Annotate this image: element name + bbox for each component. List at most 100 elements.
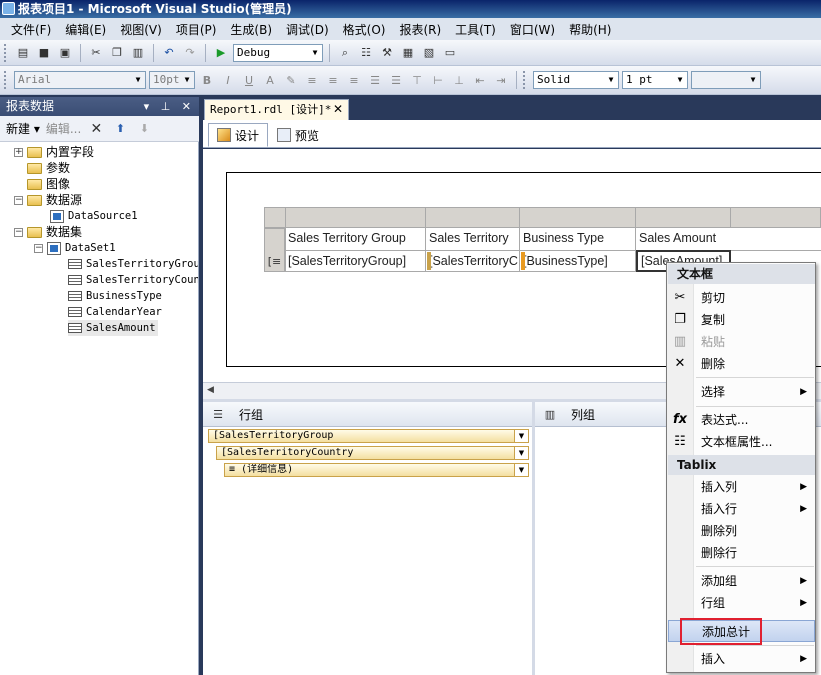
menu-report[interactable]: 报表(R)	[392, 21, 448, 38]
collapse-icon[interactable]: −	[34, 243, 43, 253]
edit-button[interactable]: 编辑...	[46, 120, 81, 137]
details-group-handle-icon[interactable]: [≡	[265, 252, 284, 271]
undo-icon[interactable]: ↶	[160, 44, 178, 62]
row-group-item[interactable]: [SalesTerritoryCountry ▼	[216, 446, 529, 460]
paste-icon[interactable]: ▥	[129, 44, 147, 62]
tree-node-dataset1[interactable]: − DataSet1	[34, 240, 116, 256]
background-color-icon[interactable]: ✎	[282, 71, 300, 89]
solution-config-select[interactable]: Debug ▼	[233, 43, 323, 62]
menu-item-select[interactable]: 选择 ▶	[668, 381, 815, 403]
tree-node-builtin-fields[interactable]: + 内置字段	[14, 144, 94, 160]
border-width-select[interactable]: 1 pt ▼	[622, 71, 688, 89]
tree-node-parameters[interactable]: 参数	[27, 160, 70, 176]
move-up-icon[interactable]: ⬆	[111, 120, 129, 138]
menu-item-delete-column[interactable]: 删除列	[668, 520, 815, 542]
tablix-detail-cell[interactable]: [SalesTerritoryC	[426, 251, 519, 271]
tablix-column-handles[interactable]	[264, 207, 821, 228]
class-view-icon[interactable]: ▧	[420, 44, 438, 62]
tab-preview[interactable]: 预览	[268, 123, 328, 147]
save-icon[interactable]: ■	[35, 44, 53, 62]
menu-format[interactable]: 格式(O)	[336, 21, 393, 38]
align-bottom-icon[interactable]: ⊥	[450, 71, 468, 89]
bullet-list-icon[interactable]: ☰	[387, 71, 405, 89]
command-window-icon[interactable]: ▭	[441, 44, 459, 62]
tree-node-datasources[interactable]: − 数据源	[14, 192, 82, 208]
menu-item-cut[interactable]: ✂ 剪切	[668, 287, 815, 309]
cut-icon[interactable]: ✂	[87, 44, 105, 62]
delete-icon[interactable]: ✕	[87, 120, 105, 138]
properties-icon[interactable]: ☷	[357, 44, 375, 62]
font-family-select[interactable]: Arial ▼	[14, 71, 146, 89]
toolbox-icon[interactable]: ⚒	[378, 44, 396, 62]
row-group-item-details[interactable]: ≡ (详细信息) ▼	[224, 463, 529, 477]
tablix-header-cell[interactable]: Sales Territory Group	[285, 228, 425, 248]
row-group-item[interactable]: [SalesTerritoryGroup ▼	[208, 429, 529, 443]
menu-item-expression[interactable]: fx 表达式...	[668, 409, 815, 431]
collapse-icon[interactable]: −	[14, 195, 23, 205]
align-left-icon[interactable]: ≡	[303, 71, 321, 89]
increase-indent-icon[interactable]: ⇥	[492, 71, 510, 89]
collapse-icon[interactable]: −	[14, 227, 23, 237]
copy-icon[interactable]: ❐	[108, 44, 126, 62]
start-debug-icon[interactable]: ▶	[212, 44, 230, 62]
menu-project[interactable]: 项目(P)	[169, 21, 224, 38]
menu-item-textbox-properties[interactable]: ☷ 文本框属性...	[668, 431, 815, 453]
border-color-select[interactable]: ▼	[691, 71, 761, 89]
toolbar-grip[interactable]	[4, 43, 7, 62]
menu-item-row-group[interactable]: 行组 ▶	[668, 592, 815, 614]
bold-icon[interactable]: B	[198, 71, 216, 89]
menu-item-insert-column[interactable]: 插入列 ▶	[668, 476, 815, 498]
chevron-down-icon[interactable]: ▼	[514, 447, 528, 459]
menu-item-insert-row[interactable]: 插入行 ▶	[668, 498, 815, 520]
tree-node-field[interactable]: BusinessType	[68, 288, 162, 304]
new-button[interactable]: 新建 ▾	[6, 120, 40, 137]
toolbar-grip[interactable]	[523, 71, 526, 89]
tablix-detail-cell[interactable]: [SalesTerritoryGroup]	[285, 251, 425, 271]
move-down-icon[interactable]: ⬇	[135, 120, 153, 138]
align-top-icon[interactable]: ⊤	[408, 71, 426, 89]
decrease-indent-icon[interactable]: ⇤	[471, 71, 489, 89]
font-color-icon[interactable]: A	[261, 71, 279, 89]
italic-icon[interactable]: I	[219, 71, 237, 89]
new-project-icon[interactable]: ▤	[14, 44, 32, 62]
tablix-header-cell[interactable]: Business Type	[520, 228, 635, 248]
menu-item-delete-row[interactable]: 删除行	[668, 542, 815, 564]
tree-node-datasource1[interactable]: DataSource1	[50, 208, 138, 224]
expand-icon[interactable]: +	[14, 147, 23, 157]
tab-design[interactable]: 设计	[208, 123, 269, 147]
font-size-select[interactable]: 10pt ▼	[149, 71, 195, 89]
menu-tools[interactable]: 工具(T)	[448, 21, 503, 38]
menu-window[interactable]: 窗口(W)	[503, 21, 562, 38]
tree-node-field[interactable]: SalesTerritoryCountry	[68, 272, 198, 288]
menu-item-delete[interactable]: ✕ 删除	[668, 353, 815, 375]
tablix-detail-cell[interactable]: [BusinessType]	[520, 251, 635, 271]
menu-file[interactable]: 文件(F)	[4, 21, 58, 38]
close-tab-icon[interactable]: ✕	[333, 100, 343, 119]
tree-node-field-selected[interactable]: SalesAmount	[68, 320, 158, 336]
menu-help[interactable]: 帮助(H)	[562, 21, 618, 38]
align-right-icon[interactable]: ≡	[345, 71, 363, 89]
save-all-icon[interactable]: ▣	[56, 44, 74, 62]
border-style-select[interactable]: Solid ▼	[533, 71, 619, 89]
document-tab-report1[interactable]: Report1.rdl [设计]* ✕	[204, 99, 349, 120]
tree-node-field[interactable]: CalendarYear	[68, 304, 162, 320]
chevron-down-icon[interactable]: ▼	[514, 464, 528, 476]
menu-edit[interactable]: 编辑(E)	[58, 21, 113, 38]
tablix-header-cell[interactable]: Sales Territory	[426, 228, 519, 248]
menu-item-copy[interactable]: ❐ 复制	[668, 309, 815, 331]
align-center-icon[interactable]: ≡	[324, 71, 342, 89]
redo-icon[interactable]: ↷	[181, 44, 199, 62]
menu-item-paste[interactable]: ▥ 粘贴	[668, 331, 815, 353]
tree-node-field[interactable]: SalesTerritoryGroup	[68, 256, 198, 272]
server-explorer-icon[interactable]: ▦	[399, 44, 417, 62]
menu-debug[interactable]: 调试(D)	[279, 21, 336, 38]
panel-window-controls[interactable]: ▾ ⊥ ✕	[144, 97, 195, 116]
tablix-header-cell[interactable]: Sales Amount	[636, 228, 730, 248]
numbered-list-icon[interactable]: ☰	[366, 71, 384, 89]
find-icon[interactable]: ⌕	[336, 44, 354, 62]
chevron-down-icon[interactable]: ▼	[514, 430, 528, 442]
menu-item-insert[interactable]: 插入 ▶	[668, 648, 815, 670]
menu-view[interactable]: 视图(V)	[113, 21, 169, 38]
tree-node-images[interactable]: 图像	[27, 176, 70, 192]
scroll-left-icon[interactable]: ◀	[207, 385, 214, 395]
